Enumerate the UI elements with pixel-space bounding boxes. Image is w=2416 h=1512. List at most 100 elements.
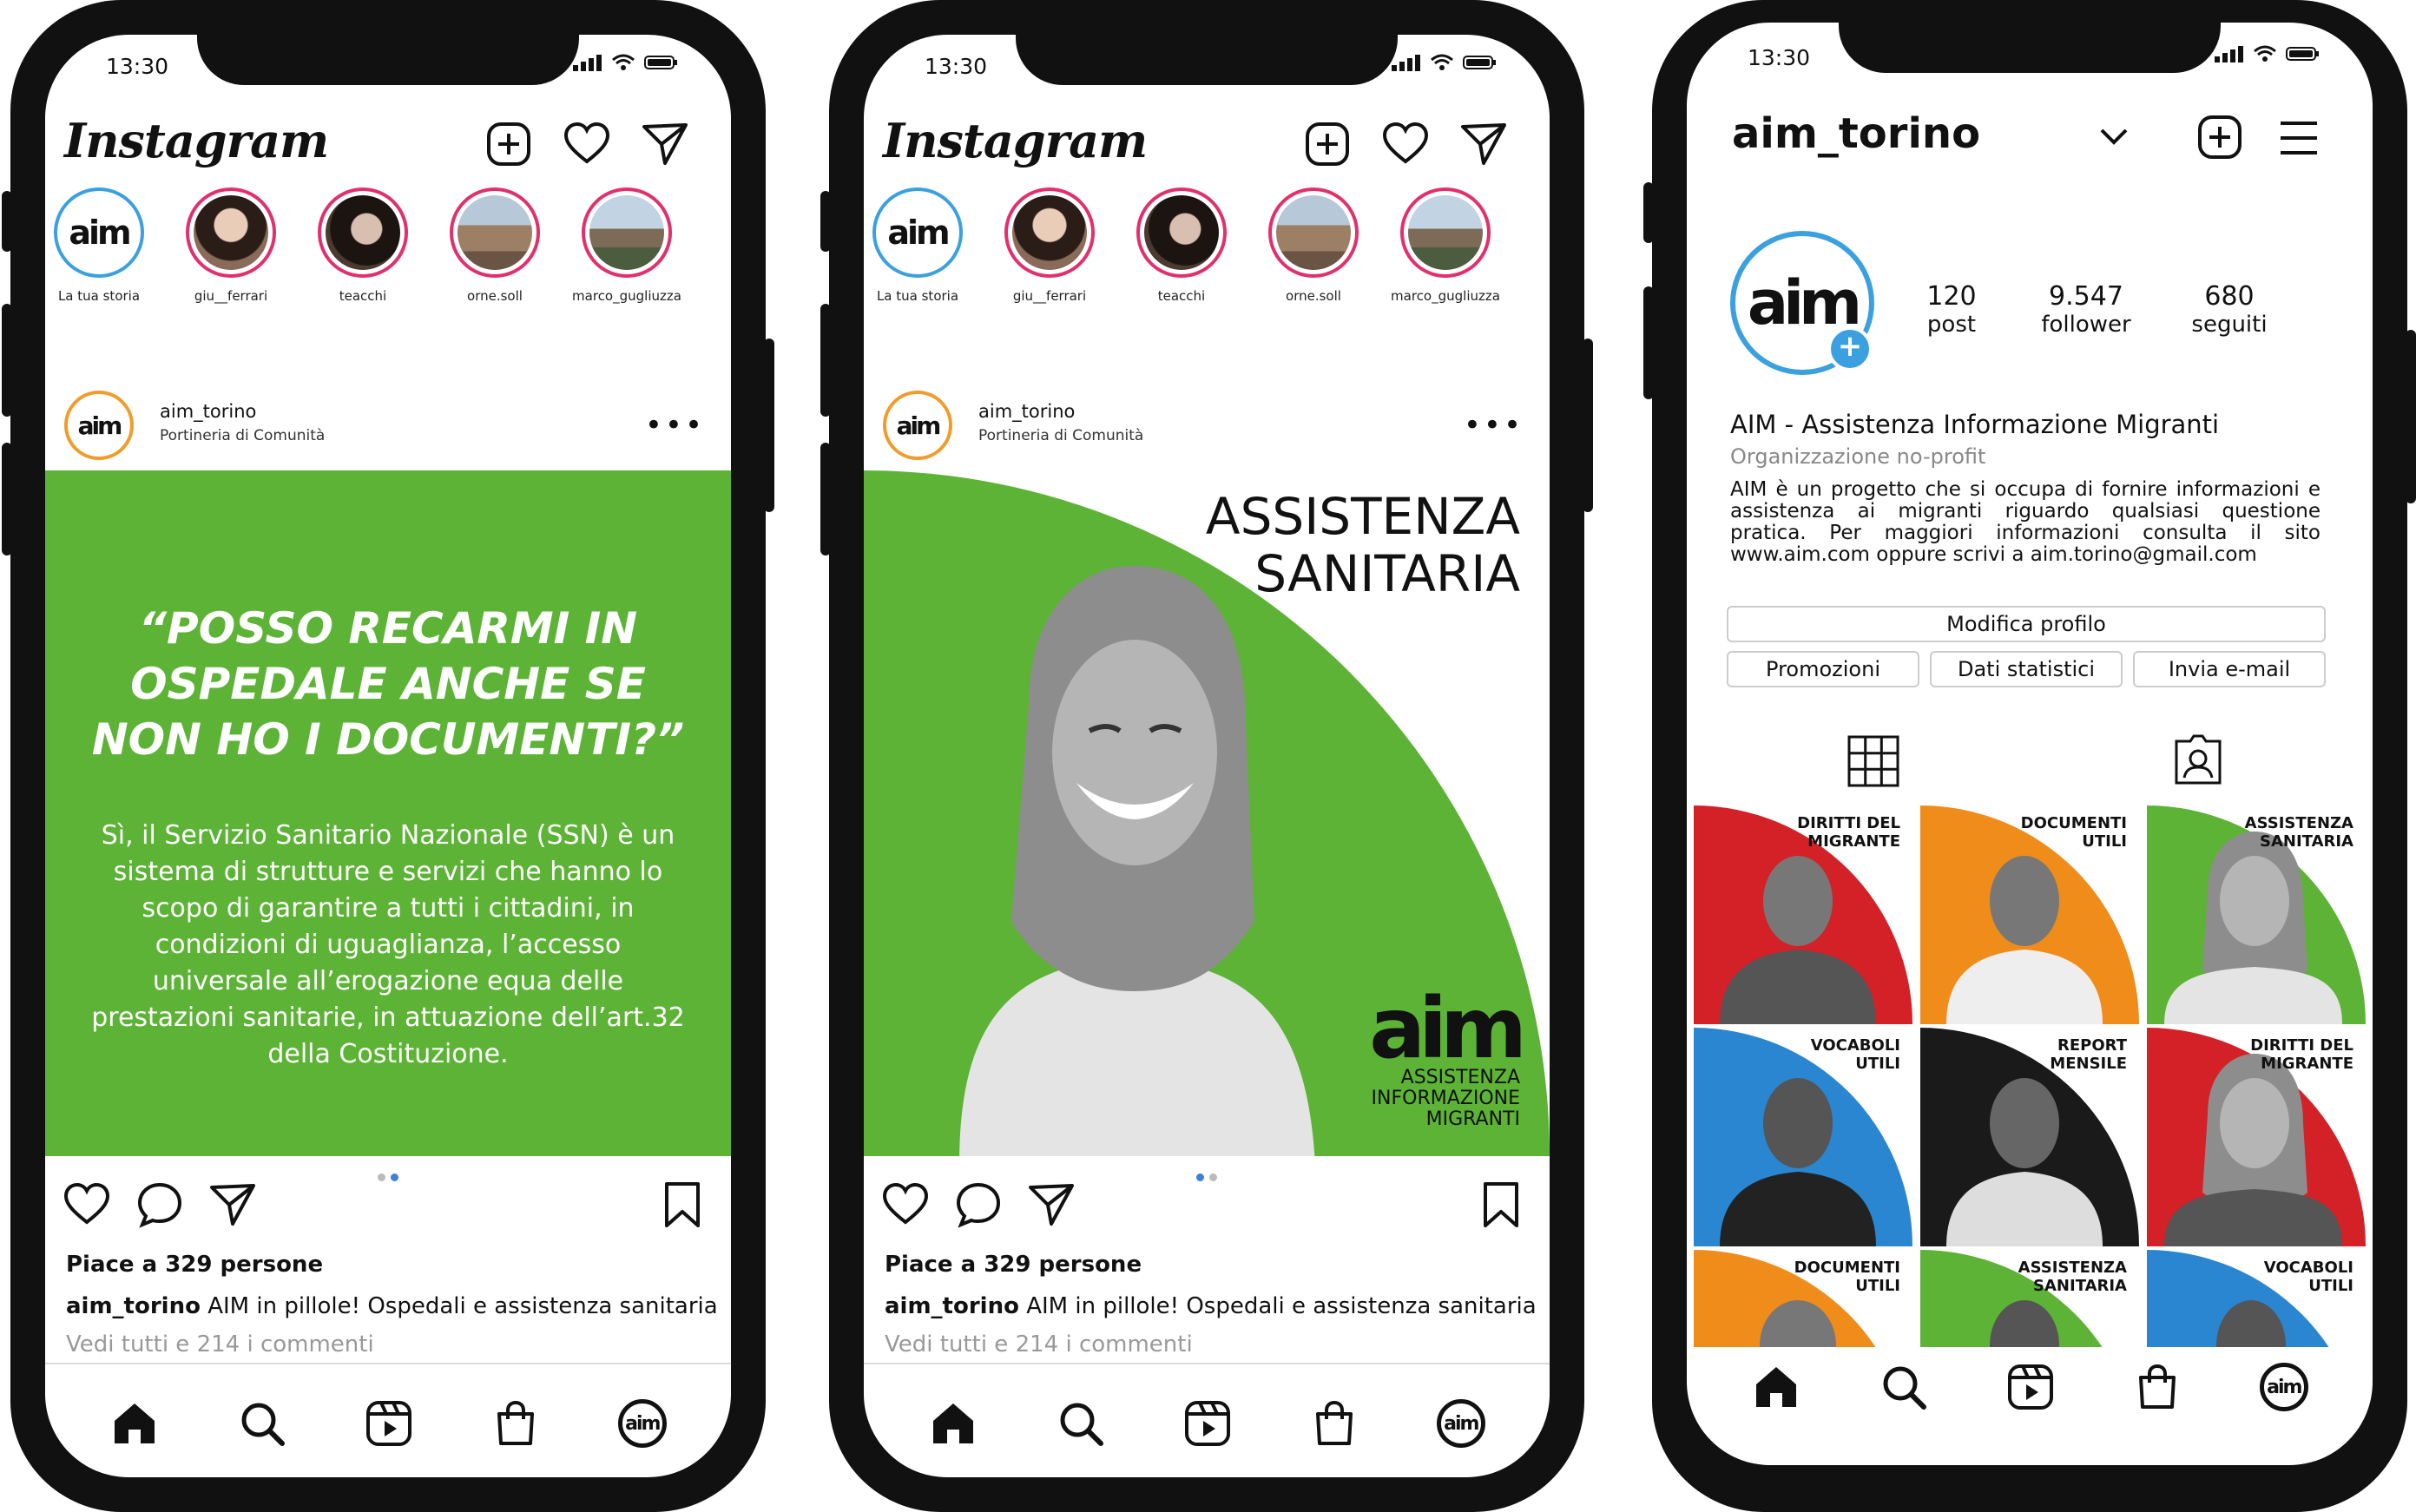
heart-icon[interactable] [1381, 120, 1430, 168]
story-item[interactable]: orne.soll [1244, 187, 1383, 304]
stat-label: seguiti [2191, 312, 2268, 338]
caption-username[interactable]: aim_torino [66, 1293, 201, 1319]
post-image-sanitaria[interactable]: ASSISTENZA SANITARIA aim ASSISTENZA INFO… [864, 470, 1550, 1156]
more-options-icon[interactable]: ••• [1464, 408, 1524, 443]
add-post-icon[interactable] [484, 120, 533, 168]
stat-following[interactable]: 680 seguiti [2169, 281, 2290, 338]
post-username[interactable]: aim_torino [978, 401, 1075, 422]
send-icon[interactable] [641, 120, 689, 168]
story-item[interactable]: giu__ferrari [161, 187, 300, 304]
search-icon[interactable] [1056, 1398, 1106, 1449]
story-avatar [194, 195, 268, 270]
grid-post[interactable]: ASSISTENZA SANITARIA [1920, 1250, 2139, 1347]
add-post-icon[interactable] [2195, 113, 2244, 161]
reels-icon[interactable] [364, 1398, 414, 1449]
story-item[interactable]: marco_gugliuzza [557, 187, 696, 304]
stat-posts[interactable]: 120 post [1895, 281, 2008, 338]
shop-icon[interactable] [490, 1398, 541, 1449]
story-item[interactable]: teacchi [293, 187, 432, 304]
view-comments-link[interactable]: Vedi tutti e 214 i commenti [885, 1331, 1193, 1358]
insights-button[interactable]: Dati statistici [1930, 651, 2123, 687]
more-options-icon[interactable]: ••• [645, 408, 705, 443]
edit-profile-button[interactable]: Modifica profilo [1727, 606, 2326, 642]
comment-icon[interactable] [135, 1180, 184, 1229]
grid-post[interactable]: VOCABOLI UTILI [2147, 1250, 2366, 1347]
grid-icon[interactable] [1847, 734, 1900, 788]
stories-bar: aim La tua storia giu__ferrari teacchi o… [45, 187, 731, 309]
send-icon[interactable] [1027, 1180, 1076, 1229]
add-post-icon[interactable] [1303, 120, 1352, 168]
post-avatar[interactable]: aim [64, 391, 134, 460]
like-heart-icon[interactable] [881, 1180, 930, 1229]
bookmark-icon[interactable] [1477, 1180, 1525, 1229]
story-item[interactable]: marco_gugliuzza [1376, 187, 1515, 304]
heart-icon[interactable] [563, 120, 611, 168]
story-item[interactable]: giu__ferrari [980, 187, 1119, 304]
grid-label-line-2: SANITARIA [2033, 1277, 2127, 1295]
caption-username[interactable]: aim_torino [885, 1293, 1019, 1319]
grid-post[interactable]: DOCUMENTI UTILI [1694, 1250, 1912, 1347]
grid-label-line-2: SANITARIA [2260, 832, 2353, 851]
chevron-down-icon[interactable] [2097, 120, 2131, 154]
add-story-icon[interactable]: + [1827, 326, 1873, 371]
post-location: Portineria di Comunità [978, 427, 1144, 444]
bookmark-icon[interactable] [658, 1180, 707, 1229]
post-username[interactable]: aim_torino [160, 401, 256, 422]
tagged-icon[interactable] [2171, 733, 2225, 786]
view-comments-link[interactable]: Vedi tutti e 214 i commenti [66, 1331, 374, 1358]
story-name: orne.soll [467, 288, 523, 304]
reels-icon[interactable] [2005, 1362, 2056, 1412]
profile-avatar-icon[interactable]: aim [2259, 1363, 2308, 1411]
grid-label-line-1: DOCUMENTI [1794, 1259, 1900, 1277]
aim-logo-icon: aim [70, 397, 128, 454]
likes-count[interactable]: Piace a 329 persone [885, 1252, 1142, 1278]
status-time: 13:30 [106, 54, 169, 79]
instagram-logo[interactable]: Instagram [64, 113, 329, 168]
woman-portrait-photo [959, 566, 1315, 1156]
story-item[interactable]: teacchi [1112, 187, 1251, 304]
send-icon[interactable] [208, 1180, 257, 1229]
post-image-question[interactable]: “POSSO RECARMI IN OSPEDALE ANCHE SE NON … [45, 470, 731, 1156]
status-icons [2215, 45, 2321, 62]
profile-avatar-icon[interactable]: aim [617, 1399, 667, 1448]
likes-count[interactable]: Piace a 329 persone [66, 1252, 323, 1278]
reels-icon[interactable] [1182, 1398, 1233, 1449]
slide-title: ASSISTENZA SANITARIA [1206, 488, 1520, 602]
grid-label-line-1: VOCABOLI [1810, 1036, 1900, 1055]
grid-post[interactable]: ASSISTENZA SANITARIA [2147, 805, 2366, 1024]
story-item[interactable]: orne.soll [425, 187, 564, 304]
search-icon[interactable] [237, 1398, 287, 1449]
post-actions [63, 1180, 707, 1236]
shop-icon[interactable] [2132, 1362, 2182, 1412]
battery-icon [2286, 47, 2319, 61]
grid-post[interactable]: REPORT MENSILE [1920, 1028, 2139, 1246]
post-avatar[interactable]: aim [883, 391, 952, 460]
stat-followers[interactable]: 9.547 follower [2017, 281, 2156, 338]
email-button[interactable]: Invia e-mail [2133, 651, 2326, 687]
wifi-icon [2254, 45, 2276, 62]
story-own[interactable]: aim La tua storia [864, 187, 987, 304]
send-icon[interactable] [1459, 120, 1508, 168]
instagram-logo[interactable]: Instagram [883, 113, 1148, 168]
promotions-button[interactable]: Promozioni [1727, 651, 1919, 687]
story-own[interactable]: aim La tua storia [45, 187, 168, 304]
profile-avatar-icon[interactable]: aim [1436, 1399, 1485, 1448]
grid-post[interactable]: DIRITTI DEL MIGRANTE [1694, 805, 1912, 1024]
comment-icon[interactable] [954, 1180, 1003, 1229]
like-heart-icon[interactable] [63, 1180, 111, 1229]
home-icon[interactable] [928, 1398, 978, 1449]
menu-icon[interactable] [2277, 116, 2321, 160]
profile-username[interactable]: aim_torino [1732, 109, 1980, 158]
story-name: giu__ferrari [1012, 288, 1087, 304]
signal-icon [2215, 46, 2243, 62]
post-caption: aim_torino AIM in pillole! Ospedali e as… [885, 1293, 1537, 1319]
grid-post[interactable]: DOCUMENTI UTILI [1920, 805, 2139, 1024]
search-icon[interactable] [1879, 1362, 1929, 1412]
shop-icon[interactable] [1309, 1398, 1359, 1449]
grid-post[interactable]: VOCABOLI UTILI [1694, 1028, 1912, 1246]
home-icon[interactable] [1751, 1362, 1801, 1412]
home-icon[interactable] [109, 1398, 160, 1449]
grid-post[interactable]: DIRITTI DEL MIGRANTE [2147, 1028, 2366, 1246]
status-time: 13:30 [925, 54, 988, 79]
profile-avatar[interactable]: aim + [1730, 231, 1874, 375]
